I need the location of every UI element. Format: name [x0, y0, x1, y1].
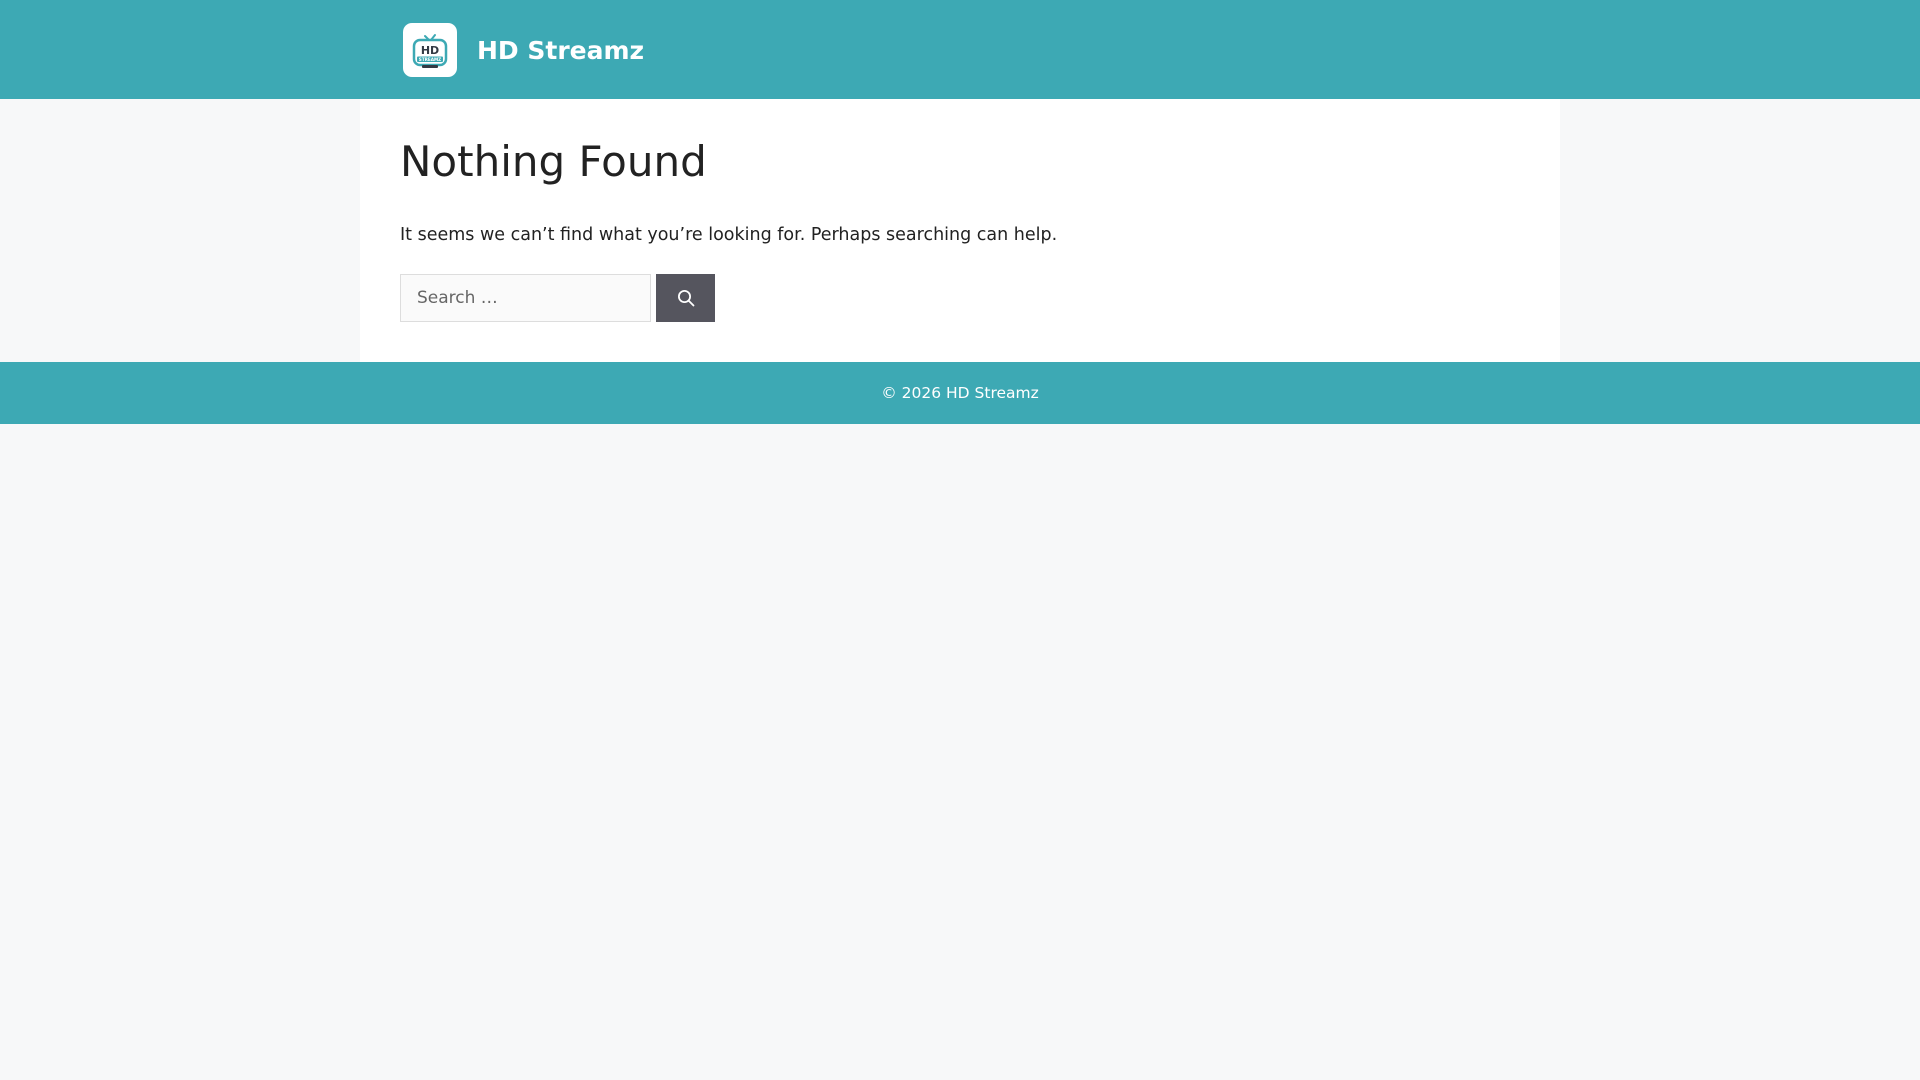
not-found-message: It seems we can’t find what you’re looki…: [400, 225, 1058, 245]
svg-text:HD: HD: [421, 44, 439, 57]
search-form: [400, 274, 715, 322]
search-button[interactable]: [656, 274, 715, 322]
site-branding: HD STREAMZ HD Streamz: [403, 23, 644, 77]
main-content: Nothing Found It seems we can’t find wha…: [360, 99, 1560, 362]
tv-logo-icon: HD STREAMZ: [412, 34, 448, 68]
site-logo[interactable]: HD STREAMZ: [403, 23, 457, 77]
search-icon: [677, 290, 694, 307]
site-header: HD STREAMZ HD Streamz: [0, 0, 1920, 99]
copyright-text: © 2026 HD Streamz: [881, 384, 1039, 402]
site-footer: © 2026 HD Streamz: [0, 362, 1920, 424]
page-title: Nothing Found: [400, 137, 707, 186]
svg-text:STREAMZ: STREAMZ: [419, 57, 441, 62]
search-input[interactable]: [400, 274, 651, 322]
site-title-link[interactable]: HD Streamz: [477, 38, 644, 63]
